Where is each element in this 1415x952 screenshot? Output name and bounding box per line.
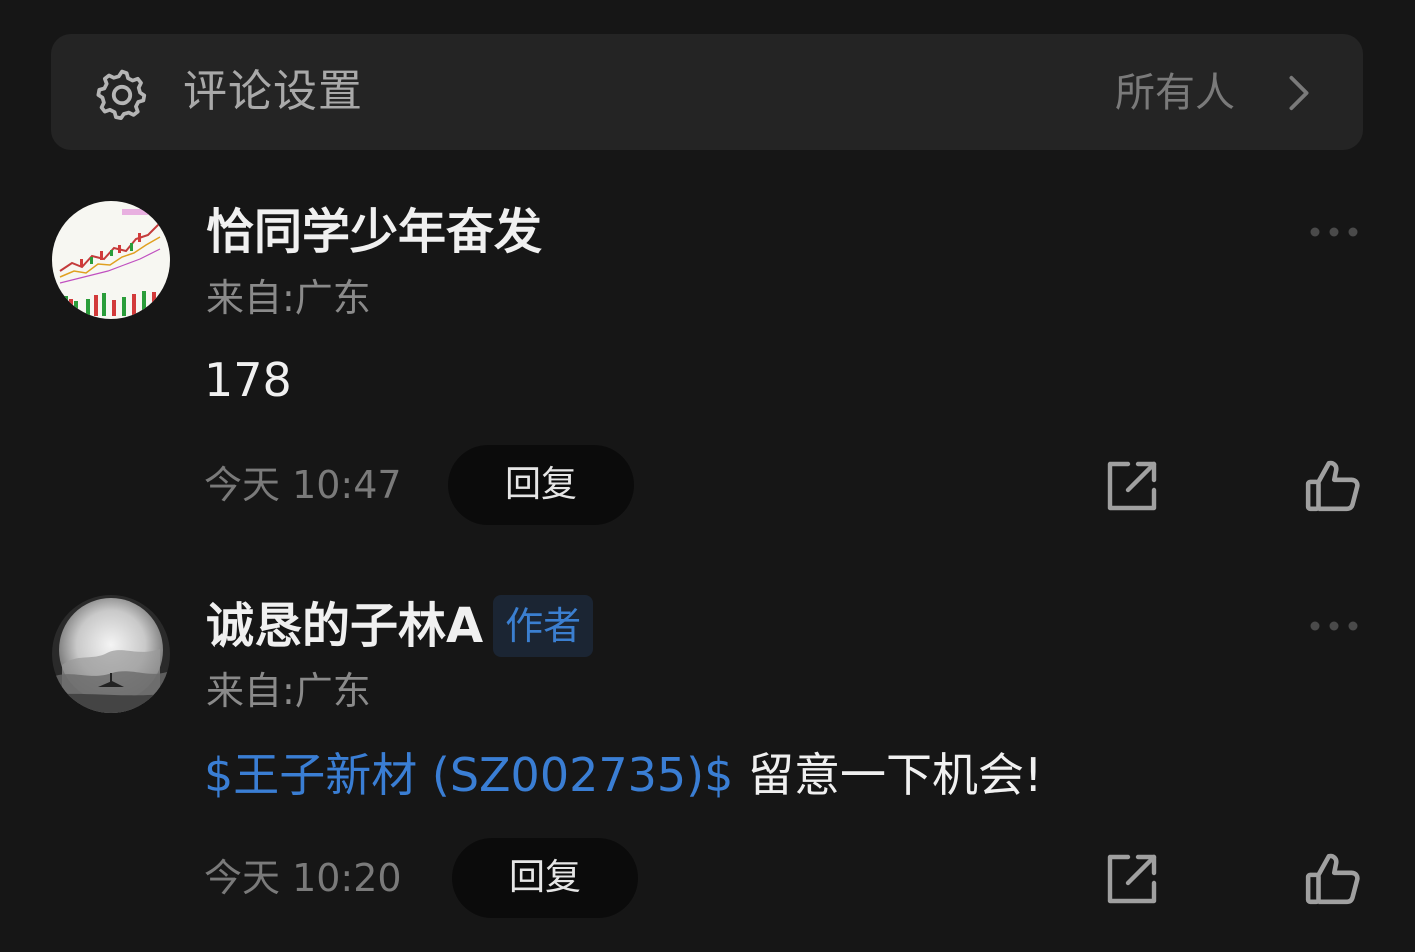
more-options-icon[interactable] (1308, 225, 1360, 239)
username[interactable]: 恰同学少年奋发 (206, 201, 542, 263)
comment-text: 178 (204, 353, 292, 407)
comment-settings-row[interactable]: 评论设置 所有人 (51, 34, 1363, 150)
comment-time: 今天 10:47 (204, 463, 402, 507)
username-text: 诚恳的子林A (206, 598, 484, 654)
avatar[interactable] (52, 201, 170, 319)
like-thumbs-up-icon[interactable] (1304, 457, 1362, 515)
share-icon[interactable] (1104, 851, 1160, 907)
location-text: 来自:广东 (206, 276, 371, 320)
moon-landscape-avatar-icon (52, 595, 170, 713)
stock-link[interactable]: $王子新材 (SZ002735)$ (204, 748, 733, 802)
comments-page: 评论设置 所有人 恰同学少年奋发 来自:广东 178 今天 10:47 回复 诚… (0, 0, 1415, 952)
comment-text: $王子新材 (SZ002735)$ 留意一下机会! (204, 745, 1042, 805)
settings-title: 评论设置 (183, 66, 363, 117)
share-icon[interactable] (1104, 458, 1160, 514)
location-text: 来自:广东 (206, 669, 371, 713)
author-badge: 作者 (493, 595, 594, 657)
stock-chart-avatar-icon (52, 201, 170, 319)
comment-text-content: 留意一下机会! (733, 748, 1043, 802)
settings-value: 所有人 (1115, 70, 1235, 116)
avatar[interactable] (52, 595, 170, 713)
reply-button[interactable]: 回复 (448, 445, 634, 525)
gear-icon (96, 69, 147, 120)
comment-time: 今天 10:20 (204, 856, 402, 900)
more-options-icon[interactable] (1308, 619, 1360, 633)
chevron-right-icon (1289, 75, 1309, 111)
reply-button[interactable]: 回复 (452, 838, 638, 918)
like-thumbs-up-icon[interactable] (1304, 850, 1362, 908)
username[interactable]: 诚恳的子林A 作者 (206, 595, 594, 657)
